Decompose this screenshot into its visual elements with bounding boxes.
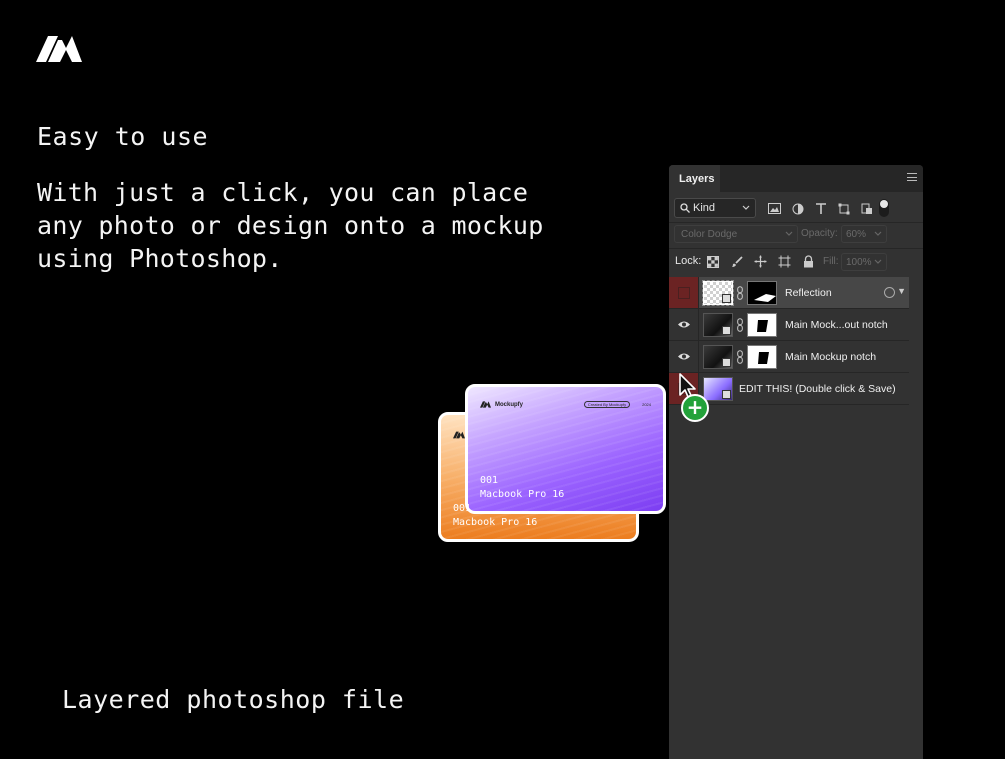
layer-mask-thumbnail[interactable] xyxy=(747,280,777,305)
opacity-label: Opacity: xyxy=(801,228,838,239)
visibility-toggle[interactable] xyxy=(669,309,699,340)
card-brand: Mockupfy xyxy=(495,401,524,408)
chevron-down-icon xyxy=(785,231,793,236)
search-icon xyxy=(680,203,690,213)
link-chain-icon[interactable] xyxy=(736,317,744,332)
mockup-card-front: Mockupfy Created By Mockupfy 2024 001 Ma… xyxy=(465,384,666,514)
lock-position-move-icon[interactable] xyxy=(752,253,769,270)
chevron-down-icon xyxy=(874,259,882,264)
filter-icons xyxy=(766,200,875,217)
blend-mode-select[interactable]: Color Dodge xyxy=(674,225,798,243)
layer-row[interactable]: Reflection ▼ xyxy=(669,277,909,309)
opacity-input[interactable]: 60% xyxy=(841,225,887,243)
shape-filter-icon[interactable] xyxy=(835,200,852,217)
fill-label: Fill: xyxy=(823,256,839,267)
chevron-down-icon[interactable]: ▼ xyxy=(897,286,906,296)
brand-logo-icon xyxy=(36,36,82,62)
layer-name[interactable]: EDIT THIS! (Double click & Save) xyxy=(739,383,896,395)
smart-object-icon xyxy=(722,389,731,399)
card-model: Macbook Pro 16 xyxy=(480,489,565,500)
layer-name[interactable]: Main Mockup notch xyxy=(785,351,876,363)
kind-filter-select[interactable]: Kind xyxy=(674,198,756,218)
card-pill: Created By Mockupfy xyxy=(583,401,631,408)
layer-name[interactable]: Reflection xyxy=(785,287,832,299)
layer-row[interactable]: Main Mock...out notch xyxy=(669,309,909,341)
card-number: 001 xyxy=(480,475,499,486)
panel-tabbar: Layers xyxy=(669,165,923,192)
visibility-toggle[interactable] xyxy=(669,341,699,372)
chevron-down-icon xyxy=(742,205,750,210)
eye-icon xyxy=(677,321,690,328)
type-filter-icon[interactable] xyxy=(812,200,829,217)
layers-panel: Layers Kind Color Dodge Opacity: 60% Loc… xyxy=(669,165,923,759)
fill-value: 100% xyxy=(846,256,872,268)
headline: Easy to use xyxy=(37,122,209,151)
layer-thumbnail[interactable] xyxy=(703,376,733,401)
filter-toggle[interactable] xyxy=(879,199,889,217)
hidden-eye-icon xyxy=(677,286,690,299)
panel-menu-icon[interactable] xyxy=(907,173,917,181)
divider xyxy=(669,222,923,223)
lock-pixels-brush-icon[interactable] xyxy=(728,253,745,270)
lock-artboard-icon[interactable] xyxy=(776,253,793,270)
visibility-toggle[interactable] xyxy=(669,277,699,308)
smart-object-icon xyxy=(722,357,731,367)
tab-layers[interactable]: Layers xyxy=(669,165,720,192)
image-filter-icon[interactable] xyxy=(766,200,783,217)
divider xyxy=(669,248,923,249)
lock-transparency-icon[interactable] xyxy=(704,253,721,270)
layer-thumbnail[interactable] xyxy=(703,312,733,337)
smart-object-icon xyxy=(722,293,731,303)
blend-mode-value: Color Dodge xyxy=(681,228,738,240)
layer-thumbnail[interactable] xyxy=(703,344,733,369)
smart-object-filter-icon[interactable] xyxy=(858,200,875,217)
layer-style-icon[interactable] xyxy=(884,287,895,298)
fill-input[interactable]: 100% xyxy=(841,253,887,271)
card-logo-icon xyxy=(453,431,465,439)
opacity-value: 60% xyxy=(846,228,867,240)
add-plus-icon: + xyxy=(681,394,709,422)
kind-label: Kind xyxy=(693,202,716,214)
layer-name[interactable]: Main Mock...out notch xyxy=(785,319,888,331)
description: With just a click, you can place any pho… xyxy=(37,178,544,273)
card-year: 2024 xyxy=(642,402,651,407)
eye-icon xyxy=(677,353,690,360)
link-chain-icon[interactable] xyxy=(736,349,744,364)
adjustment-filter-icon[interactable] xyxy=(789,200,806,217)
layer-mask-thumbnail[interactable] xyxy=(747,312,777,337)
card-logo-icon xyxy=(480,401,491,408)
card-model: Macbook Pro 16 xyxy=(453,517,538,528)
layer-mask-thumbnail[interactable] xyxy=(747,344,777,369)
smart-object-icon xyxy=(722,325,731,335)
card-header: Mockupfy Created By Mockupfy 2024 xyxy=(480,401,651,408)
link-chain-icon[interactable] xyxy=(736,285,744,300)
lock-all-icon[interactable] xyxy=(800,253,817,270)
layers-list: Reflection ▼ Main Mock...out notch Main … xyxy=(669,277,909,405)
layer-row[interactable]: Main Mockup notch xyxy=(669,341,909,373)
footer-caption: Layered photoshop file xyxy=(62,685,405,714)
layer-thumbnail[interactable] xyxy=(702,279,734,306)
lock-icons xyxy=(704,253,817,270)
card-number: 001 xyxy=(453,503,472,514)
lock-label: Lock: xyxy=(675,255,702,267)
chevron-down-icon xyxy=(874,231,882,236)
